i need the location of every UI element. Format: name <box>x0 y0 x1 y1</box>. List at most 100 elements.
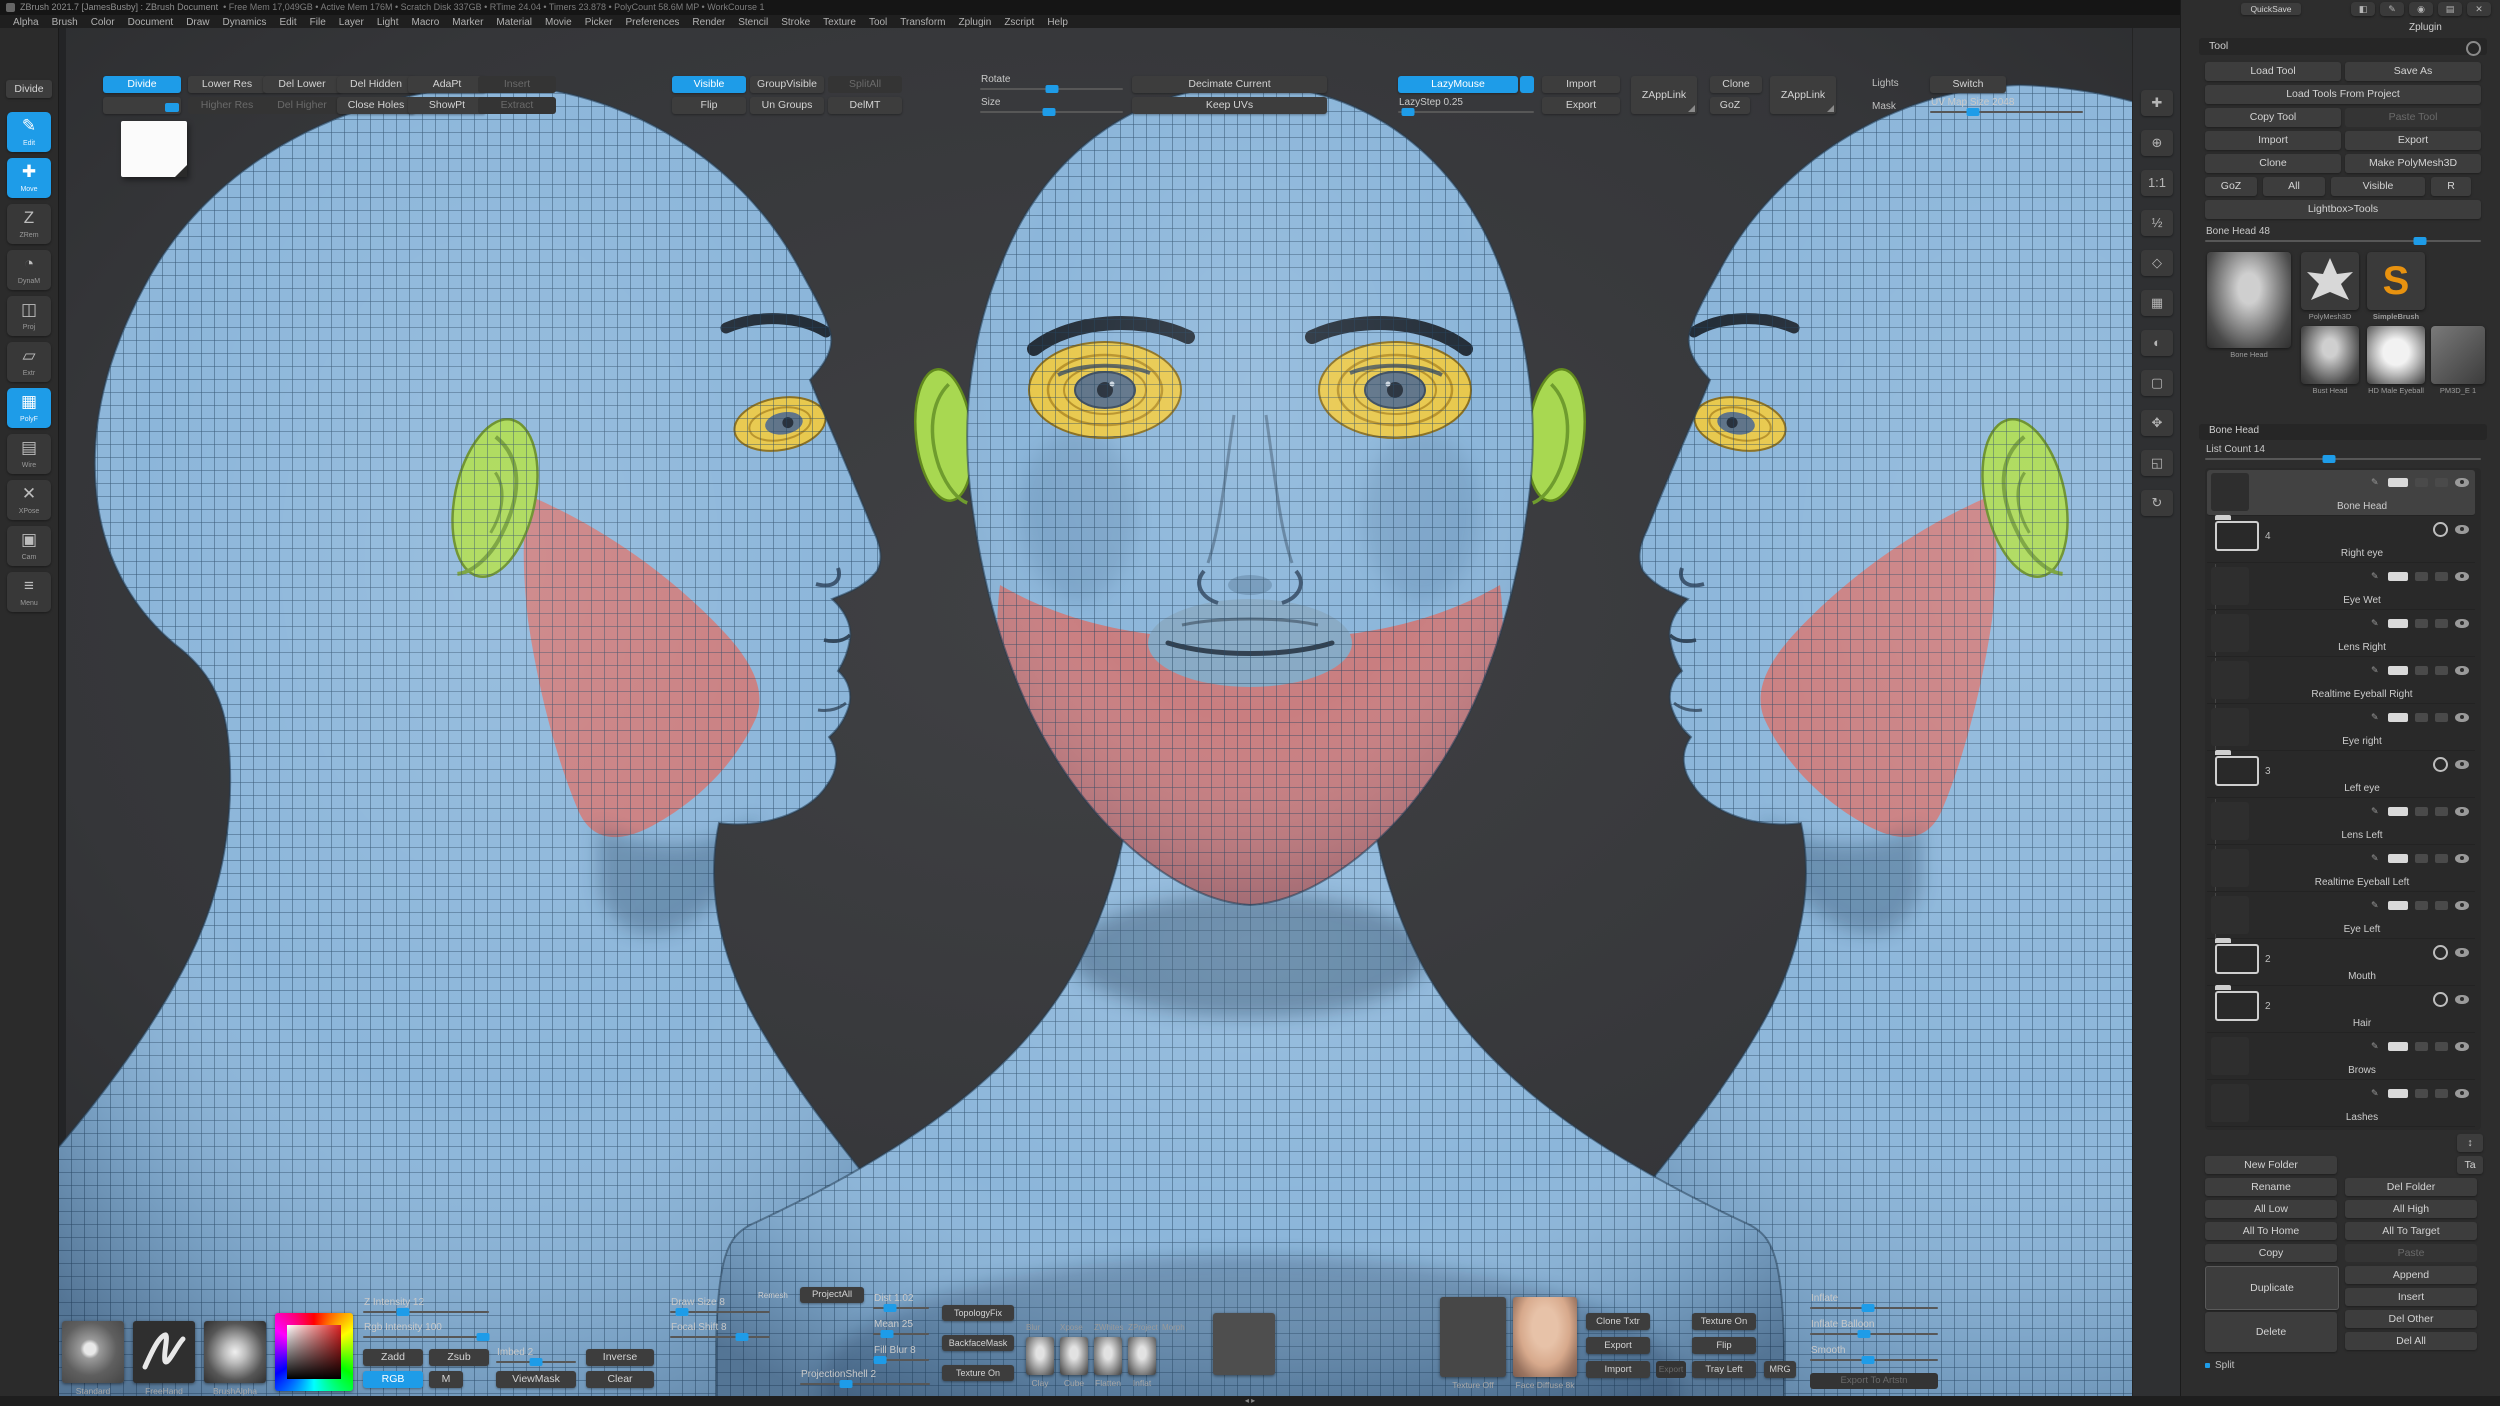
palette-cycle-icon[interactable] <box>2466 41 2481 56</box>
subtool-thumbnail[interactable] <box>2211 473 2249 511</box>
export-button[interactable]: Export <box>1542 97 1620 114</box>
displacement-toggle[interactable] <box>2435 1042 2448 1051</box>
make-polymesh3d-button[interactable]: Make PolyMesh3D <box>2345 154 2481 173</box>
clone-button[interactable]: Clone <box>1710 76 1762 93</box>
z-intensity-slider[interactable]: Z Intensity 12 <box>363 1297 489 1316</box>
menu-edit[interactable]: Edit <box>279 17 296 28</box>
gear-icon[interactable] <box>2433 992 2448 1007</box>
primitive-thumbnail-flatten[interactable]: Flatten <box>1094 1337 1122 1375</box>
menu-render[interactable]: Render <box>692 17 725 28</box>
menu-layer[interactable]: Layer <box>339 17 364 28</box>
uv-toggle[interactable] <box>2415 713 2428 722</box>
wireframe-icon[interactable]: ▤Wire <box>7 434 51 474</box>
visibility-eye-icon[interactable] <box>2455 1042 2469 1051</box>
subtool-row-eye-left[interactable]: ✎Eye Left <box>2207 893 2475 939</box>
clone-txtr-button[interactable]: Clone Txtr <box>1586 1313 1650 1330</box>
edit-pen-icon[interactable]: ✎ <box>2371 1042 2381 1051</box>
load-tools-from-project-button[interactable]: Load Tools From Project <box>2205 85 2481 104</box>
edit-pen-icon[interactable]: ✎ <box>2371 666 2381 675</box>
edit-pen-icon[interactable]: ✎ <box>2371 901 2381 910</box>
uv-toggle[interactable] <box>2415 478 2428 487</box>
ta-button[interactable]: Ta <box>2457 1156 2483 1174</box>
m-button[interactable]: M <box>429 1371 463 1388</box>
menus-icon[interactable]: ≡Menu <box>7 572 51 612</box>
pm3d-plane-thumbnail[interactable]: PM3D_E 1 <box>2431 326 2485 384</box>
menu-alpha[interactable]: Alpha <box>13 17 39 28</box>
tray-left-button[interactable]: Tray Left <box>1692 1361 1756 1378</box>
copy-tool-button[interactable]: Copy Tool <box>2205 108 2341 127</box>
slider-handle[interactable] <box>873 1356 886 1364</box>
subtool-row-eye-right[interactable]: ✎Eye right <box>2207 705 2475 751</box>
visibility-eye-icon[interactable] <box>2455 619 2469 628</box>
extract-icon[interactable]: ▱Extr <box>7 342 51 382</box>
menu-zscript[interactable]: Zscript <box>1004 17 1034 28</box>
lightbox-tools-button[interactable]: Lightbox>Tools <box>2205 200 2481 219</box>
edit-pen-icon[interactable]: ✎ <box>2371 572 2381 581</box>
tool-palette-header[interactable]: Tool <box>2199 38 2487 55</box>
subtool-row-realtime-eyeball-right[interactable]: ✎Realtime Eyeball Right <box>2207 658 2475 704</box>
split-section-label[interactable]: Split <box>2205 1360 2234 1371</box>
stroke-thumbnail[interactable]: FreeHand <box>133 1321 195 1383</box>
menu-help[interactable]: Help <box>1047 17 1068 28</box>
rgb-button[interactable]: RGB <box>363 1371 423 1388</box>
showpt-button[interactable]: ShowPt <box>408 97 486 114</box>
slider-handle[interactable] <box>530 1358 543 1366</box>
close-icon[interactable]: ✕ <box>2467 2 2491 16</box>
primitive-thumbnail-inflat[interactable]: Inflat <box>1128 1337 1156 1375</box>
menu-document[interactable]: Document <box>128 17 174 28</box>
all-to-home-button[interactable]: All To Home <box>2205 1222 2337 1240</box>
del-hidden-button[interactable]: Del Hidden <box>337 76 415 93</box>
texture-on-button[interactable]: Texture On <box>942 1365 1014 1381</box>
mean-slider[interactable]: Mean 25 <box>873 1319 929 1338</box>
zremesher-icon[interactable]: ZZRem <box>7 204 51 244</box>
subtool-section-header[interactable]: Bone Head <box>2199 424 2487 440</box>
displacement-toggle[interactable] <box>2435 619 2448 628</box>
store-cam-icon[interactable]: ▣Cam <box>7 526 51 566</box>
aa-half-icon[interactable]: ½ <box>2141 210 2173 236</box>
visible-button[interactable]: Visible <box>672 76 746 93</box>
texture-off-thumbnail[interactable]: Texture Off <box>1440 1297 1506 1377</box>
flip-button[interactable]: Flip <box>1692 1337 1756 1354</box>
menu-material[interactable]: Material <box>496 17 532 28</box>
local-sym-icon[interactable]: ◐ <box>2141 330 2173 356</box>
subtool-thumbnail[interactable] <box>2211 1037 2249 1075</box>
mini-label-4[interactable]: ZProject <box>1128 1323 1158 1332</box>
alpha-off-thumbnail[interactable] <box>1213 1313 1275 1375</box>
subtool-thumbnail[interactable] <box>2211 567 2249 605</box>
polymesh3d-star-thumbnail[interactable]: PolyMesh3D <box>2301 252 2359 310</box>
slider-handle[interactable] <box>476 1333 489 1341</box>
mini-label-2[interactable]: Xpose <box>1060 1323 1083 1332</box>
sdiv-slider[interactable] <box>103 97 181 114</box>
flip-button[interactable]: Flip <box>672 97 746 114</box>
subtool-thumbnail[interactable] <box>2211 1084 2249 1122</box>
import-button[interactable]: Import <box>1586 1361 1650 1378</box>
dist-slider[interactable]: Dist 1.02 <box>873 1293 929 1312</box>
slider-handle[interactable] <box>881 1330 894 1338</box>
edit-pen-icon[interactable]: ✎ <box>2371 619 2381 628</box>
clone-button[interactable]: Clone <box>2205 154 2341 173</box>
visibility-eye-icon[interactable] <box>2455 854 2469 863</box>
scale-view-icon[interactable]: ◱ <box>2141 450 2173 476</box>
mini-label-5[interactable]: Morph <box>1162 1323 1185 1332</box>
inflate-slider[interactable]: Inflate <box>1810 1293 1938 1312</box>
import-button[interactable]: Import <box>2205 131 2341 150</box>
edit-pencil-icon[interactable]: ✎Edit <box>7 112 51 152</box>
slider-handle[interactable] <box>736 1333 749 1341</box>
uv-toggle[interactable] <box>2415 1042 2428 1051</box>
scroll-doc-icon[interactable]: ✚ <box>2141 90 2173 116</box>
export-button[interactable]: Export <box>1586 1337 1650 1354</box>
visibility-eye-icon[interactable] <box>2455 760 2469 769</box>
menu-transform[interactable]: Transform <box>900 17 945 28</box>
menu-picker[interactable]: Picker <box>585 17 613 28</box>
hd-eyeball-thumbnail[interactable]: HD Male Eyeball <box>2367 326 2425 384</box>
visibility-eye-icon[interactable] <box>2455 713 2469 722</box>
actual-size-icon[interactable]: 1:1 <box>2141 170 2173 196</box>
adapt-button[interactable]: AdaPt <box>408 76 486 93</box>
polypaint-toggle[interactable] <box>2388 619 2408 628</box>
export-button[interactable]: Export <box>2345 131 2481 150</box>
displacement-toggle[interactable] <box>2435 572 2448 581</box>
menu-tool[interactable]: Tool <box>869 17 887 28</box>
floor-grid-icon[interactable]: ▦ <box>2141 290 2173 316</box>
subtool-thumbnail[interactable] <box>2211 614 2249 652</box>
subtool-row-realtime-eyeball-left[interactable]: ✎Realtime Eyeball Left <box>2207 846 2475 892</box>
